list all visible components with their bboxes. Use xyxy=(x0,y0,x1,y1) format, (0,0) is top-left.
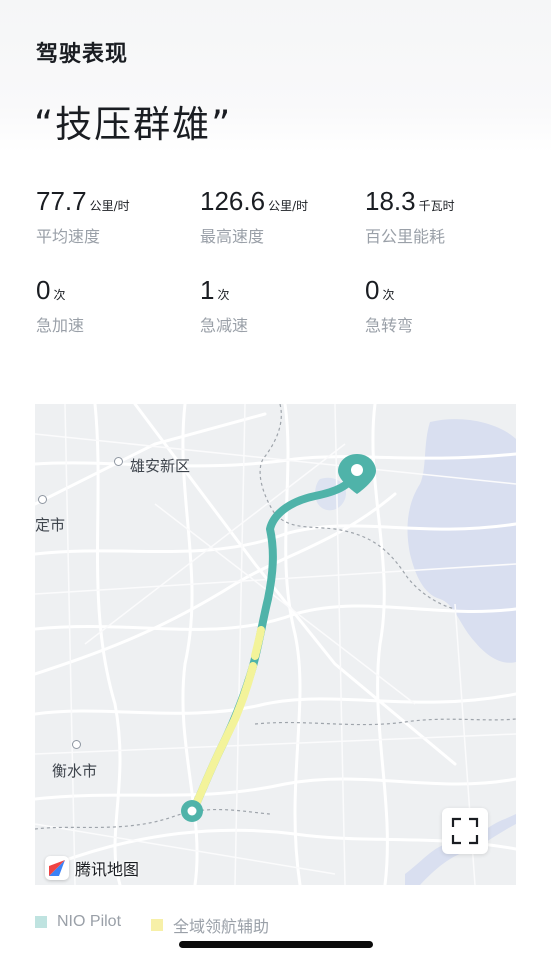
stat-unit: 公里/时 xyxy=(89,199,130,213)
page-title: 驾驶表现 xyxy=(36,42,129,67)
legend-item-nio-pilot: NIO Pilot xyxy=(35,913,121,931)
stat-label: 急转弯 xyxy=(365,316,414,335)
stat-unit: 次 xyxy=(217,288,230,302)
city-label-dingshi: 定市 xyxy=(35,516,66,534)
map-expand-button[interactable] xyxy=(442,808,488,854)
performance-headline: “技压群雄” xyxy=(34,103,233,146)
stat-hard-braking: 1次 急减速 xyxy=(200,275,248,336)
stat-label: 最高速度 xyxy=(200,227,265,246)
stat-sharp-turn: 0次 急转弯 xyxy=(365,275,413,336)
drive-route xyxy=(188,468,361,815)
stat-unit: 次 xyxy=(53,288,66,302)
fullscreen-icon xyxy=(451,817,479,845)
stat-label: 百公里能耗 xyxy=(365,227,446,246)
city-marker-icon xyxy=(38,495,47,504)
stat-unit: 公里/时 xyxy=(268,199,309,213)
route-map[interactable]: 雄安新区 定市 衡水市 腾讯地图 xyxy=(35,404,516,885)
stat-value: 126.6 xyxy=(200,186,266,216)
home-indicator[interactable] xyxy=(179,941,373,948)
legend-swatch xyxy=(151,919,163,931)
stat-unit: 千瓦时 xyxy=(418,199,455,213)
map-provider-logo: 腾讯地图 xyxy=(45,856,139,880)
map-provider-name: 腾讯地图 xyxy=(75,860,140,879)
stat-label: 急减速 xyxy=(200,316,249,335)
stat-label: 平均速度 xyxy=(36,227,101,246)
legend-label: 全域领航辅助 xyxy=(173,919,270,936)
city-marker-icon xyxy=(72,740,81,749)
legend-label: NIO Pilot xyxy=(57,913,122,930)
legend-item-full-domain: 全域领航辅助 xyxy=(151,913,269,937)
stat-max-speed: 126.6 公里/时 最高速度 xyxy=(200,186,308,247)
stat-energy-consumption: 18.3 千瓦时 百公里能耗 xyxy=(365,186,455,247)
stat-label: 急加速 xyxy=(36,316,85,335)
stat-hard-acceleration: 0次 急加速 xyxy=(36,275,84,336)
stat-unit: 次 xyxy=(382,288,395,302)
tencent-map-icon xyxy=(45,856,69,880)
stat-value: 0 xyxy=(365,275,380,305)
stat-value: 77.7 xyxy=(36,186,87,216)
city-marker-icon xyxy=(114,457,123,466)
stat-value: 18.3 xyxy=(365,186,416,216)
stat-value: 0 xyxy=(36,275,51,305)
city-label-xiongan: 雄安新区 xyxy=(130,457,191,475)
legend-swatch xyxy=(35,916,47,928)
stat-value: 1 xyxy=(200,275,215,305)
stat-average-speed: 77.7 公里/时 平均速度 xyxy=(36,186,130,247)
city-label-hengshui: 衡水市 xyxy=(52,762,98,780)
